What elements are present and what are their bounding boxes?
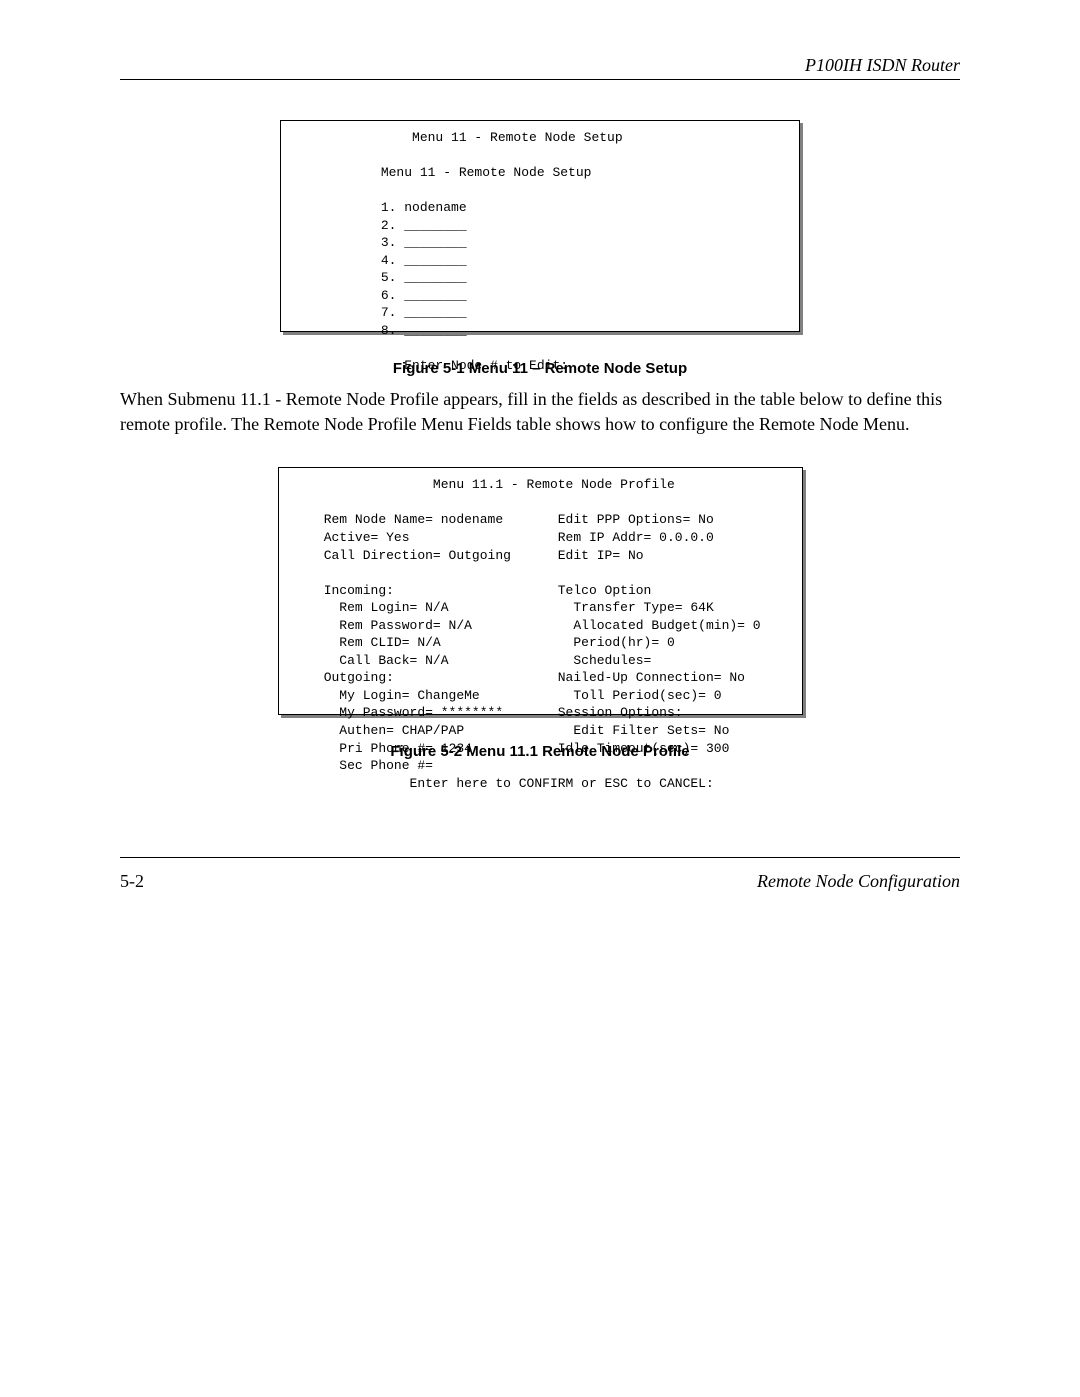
footer-rule [120, 857, 960, 859]
page-header-title: P100IH ISDN Router [120, 55, 960, 80]
section-title: Remote Node Configuration [757, 871, 960, 892]
terminal-figure-2: Menu 11.1 - Remote Node Profile Rem Node… [278, 467, 803, 715]
figure-2-caption: Figure 5-2 Menu 11.1 Remote Node Profile [120, 743, 960, 760]
page-number: 5-2 [120, 871, 144, 892]
page-footer: 5-2 Remote Node Configuration [120, 857, 960, 892]
body-paragraph: When Submenu 11.1 - Remote Node Profile … [120, 387, 960, 437]
terminal-figure-1: Menu 11 - Remote Node Setup Menu 11 - Re… [280, 120, 800, 332]
page: P100IH ISDN Router Menu 11 - Remote Node… [0, 0, 1080, 1397]
figure-1-caption: Figure 5-1 Menu 11 – Remote Node Setup [120, 360, 960, 377]
